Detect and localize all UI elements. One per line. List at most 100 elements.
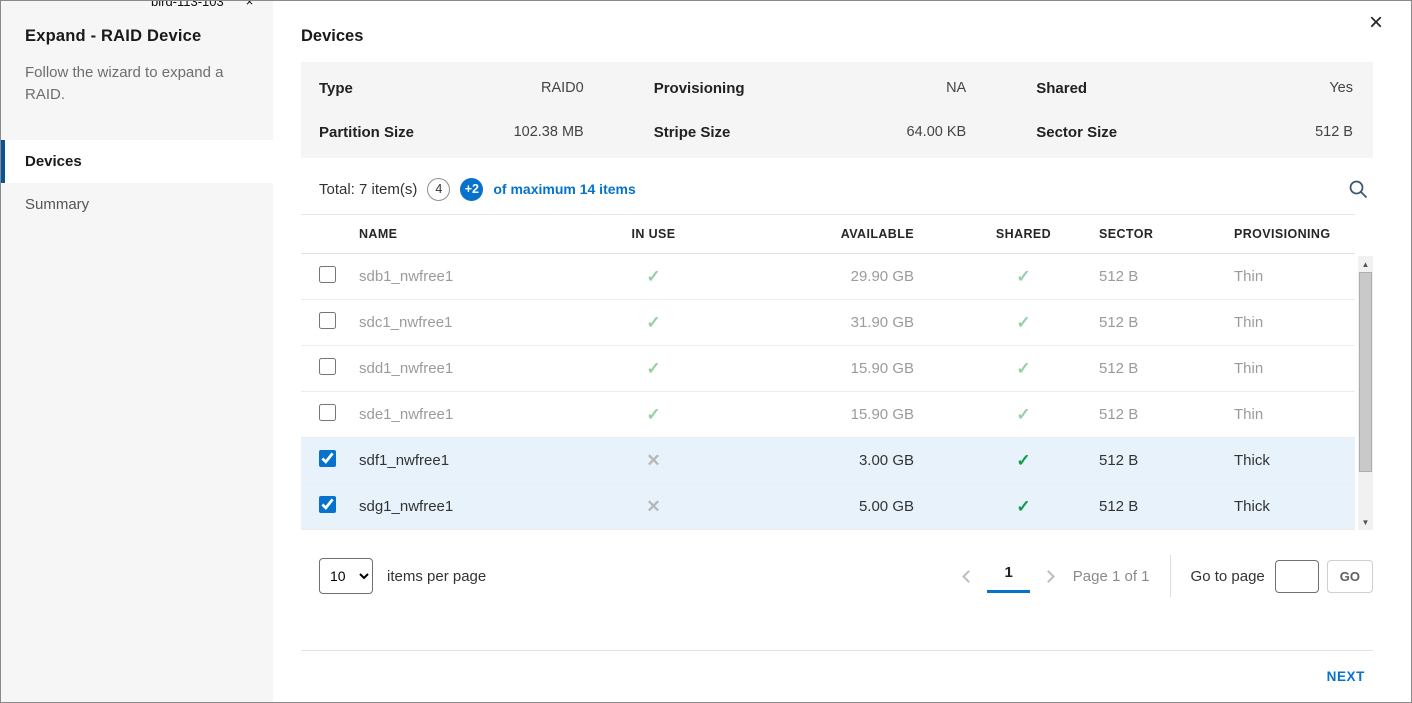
close-icon[interactable]: × — [1369, 11, 1383, 35]
select-column-header — [301, 215, 351, 254]
device-table-body: sdb1_nwfree1✓29.90 GB✓512 BThinsdc1_nwfr… — [301, 254, 1355, 530]
wizard-title: Expand - RAID Device — [1, 27, 273, 46]
wizard-dialog: bird-113-103 × Expand - RAID Device Foll… — [0, 0, 1412, 703]
info-cell-shared: Shared Yes — [1036, 66, 1355, 110]
info-label-provisioning: Provisioning — [654, 80, 745, 97]
go-to-page-label: Go to page — [1191, 568, 1265, 585]
sector-size: 512 B — [1091, 346, 1226, 392]
check-icon: ✓ — [1016, 451, 1030, 470]
scrollbar-up-icon[interactable]: ▲ — [1358, 256, 1373, 272]
device-name: sdc1_nwfree1 — [351, 300, 566, 346]
shared-cell: ✓ — [956, 438, 1091, 484]
wizard-sidebar: Expand - RAID Device Follow the wizard t… — [1, 1, 273, 702]
next-button[interactable]: NEXT — [1327, 669, 1365, 684]
step-summary[interactable]: Summary — [1, 183, 273, 226]
column-header-shared[interactable]: SHARED — [956, 215, 1091, 254]
row-checkbox[interactable] — [319, 266, 336, 283]
row-checkbox[interactable] — [319, 496, 336, 513]
device-table: NAME IN USE AVAILABLE SHARED SECTOR PROV… — [301, 214, 1355, 530]
column-header-in-use[interactable]: IN USE — [566, 215, 741, 254]
items-per-page-label: items per page — [387, 568, 486, 585]
table-header-row: NAME IN USE AVAILABLE SHARED SECTOR PROV… — [301, 215, 1355, 254]
sector-size: 512 B — [1091, 254, 1226, 300]
x-icon: ✕ — [646, 451, 660, 470]
scrollbar-down-icon[interactable]: ▼ — [1358, 514, 1373, 530]
sector-size: 512 B — [1091, 438, 1226, 484]
background-tab: bird-113-103 × — [151, 1, 291, 11]
check-icon: ✓ — [1016, 313, 1030, 332]
search-icon[interactable] — [1348, 179, 1369, 200]
wizard-description: Follow the wizard to expand a RAID. — [25, 62, 249, 106]
info-cell-partition-size: Partition Size 102.38 MB — [319, 110, 654, 154]
info-label-type: Type — [319, 80, 353, 97]
check-icon: ✓ — [646, 267, 660, 286]
check-icon: ✓ — [1016, 359, 1030, 378]
check-icon: ✓ — [1016, 405, 1030, 424]
go-button[interactable]: GO — [1327, 560, 1373, 593]
page-navigation: 1 Page 1 of 1 Go to page GO — [964, 555, 1373, 597]
shared-cell: ✓ — [956, 392, 1091, 438]
info-label-partition-size: Partition Size — [319, 124, 414, 141]
device-table-wrap: NAME IN USE AVAILABLE SHARED SECTOR PROV… — [301, 214, 1373, 530]
provisioning: Thick — [1226, 484, 1355, 530]
row-checkbox[interactable] — [319, 450, 336, 467]
column-header-available[interactable]: AVAILABLE — [741, 215, 956, 254]
provisioning: Thin — [1226, 254, 1355, 300]
in-use-cell: ✕ — [566, 438, 741, 484]
column-header-provisioning[interactable]: PROVISIONING — [1226, 215, 1355, 254]
scrollbar-thumb[interactable] — [1359, 272, 1372, 472]
shared-cell: ✓ — [956, 346, 1091, 392]
row-checkbox[interactable] — [319, 404, 336, 421]
provisioning: Thin — [1226, 392, 1355, 438]
table-row[interactable]: sdc1_nwfree1✓31.90 GB✓512 BThin — [301, 300, 1355, 346]
check-icon: ✓ — [646, 405, 660, 424]
available-size: 29.90 GB — [741, 254, 956, 300]
pagination-bar: 10 items per page 1 Page 1 of 1 Go to pa… — [301, 554, 1373, 598]
info-cell-sector-size: Sector Size 512 B — [1036, 110, 1355, 154]
table-row[interactable]: sde1_nwfree1✓15.90 GB✓512 BThin — [301, 392, 1355, 438]
available-size: 3.00 GB — [741, 438, 956, 484]
column-header-sector[interactable]: SECTOR — [1091, 215, 1226, 254]
in-use-cell: ✓ — [566, 392, 741, 438]
shared-cell: ✓ — [956, 484, 1091, 530]
selection-summary: Total: 7 item(s) 4 +2 of maximum 14 item… — [301, 174, 1373, 204]
page-size-select[interactable]: 10 — [319, 558, 373, 594]
shared-cell: ✓ — [956, 254, 1091, 300]
added-count-badge: +2 — [460, 178, 483, 201]
x-icon: ✕ — [646, 497, 660, 516]
provisioning: Thick — [1226, 438, 1355, 484]
row-checkbox[interactable] — [319, 358, 336, 375]
info-value-provisioning: NA — [946, 80, 966, 96]
row-checkbox[interactable] — [319, 312, 336, 329]
device-name: sdf1_nwfree1 — [351, 438, 566, 484]
info-cell-provisioning: Provisioning NA — [654, 66, 1037, 110]
sector-size: 512 B — [1091, 484, 1226, 530]
total-items-text: Total: 7 item(s) — [319, 181, 417, 198]
device-name: sdd1_nwfree1 — [351, 346, 566, 392]
check-icon: ✓ — [1016, 267, 1030, 286]
table-row[interactable]: sdf1_nwfree1 ✕ 3.00 GB ✓ 512 BThick — [301, 438, 1355, 484]
info-cell-stripe-size: Stripe Size 64.00 KB — [654, 110, 1037, 154]
dialog-footer: NEXT — [301, 650, 1373, 702]
next-page-icon[interactable] — [1042, 570, 1055, 583]
in-use-cell: ✓ — [566, 254, 741, 300]
background-tab-close-icon[interactable]: × — [246, 1, 254, 9]
table-scrollbar[interactable]: ▲ ▼ — [1358, 256, 1373, 530]
table-row[interactable]: sdd1_nwfree1✓15.90 GB✓512 BThin — [301, 346, 1355, 392]
page-title: Devices — [301, 27, 1373, 46]
raid-info-panel: Type RAID0 Provisioning NA Shared Yes Pa… — [301, 62, 1373, 158]
check-icon: ✓ — [646, 359, 660, 378]
device-name: sde1_nwfree1 — [351, 392, 566, 438]
go-to-page-input[interactable] — [1275, 560, 1319, 593]
background-tab-label: bird-113-103 — [151, 1, 224, 9]
available-size: 15.90 GB — [741, 346, 956, 392]
previous-page-icon[interactable] — [963, 570, 976, 583]
table-row[interactable]: sdg1_nwfree1✕5.00 GB✓512 BThick — [301, 484, 1355, 530]
step-devices[interactable]: Devices — [1, 140, 273, 183]
table-row[interactable]: sdb1_nwfree1✓29.90 GB✓512 BThin — [301, 254, 1355, 300]
in-use-cell: ✓ — [566, 346, 741, 392]
current-page-number[interactable]: 1 — [987, 560, 1029, 593]
max-items-link[interactable]: of maximum 14 items — [493, 181, 635, 197]
wizard-content: × Devices Type RAID0 Provisioning NA Sha… — [273, 1, 1411, 702]
column-header-name[interactable]: NAME — [351, 215, 566, 254]
